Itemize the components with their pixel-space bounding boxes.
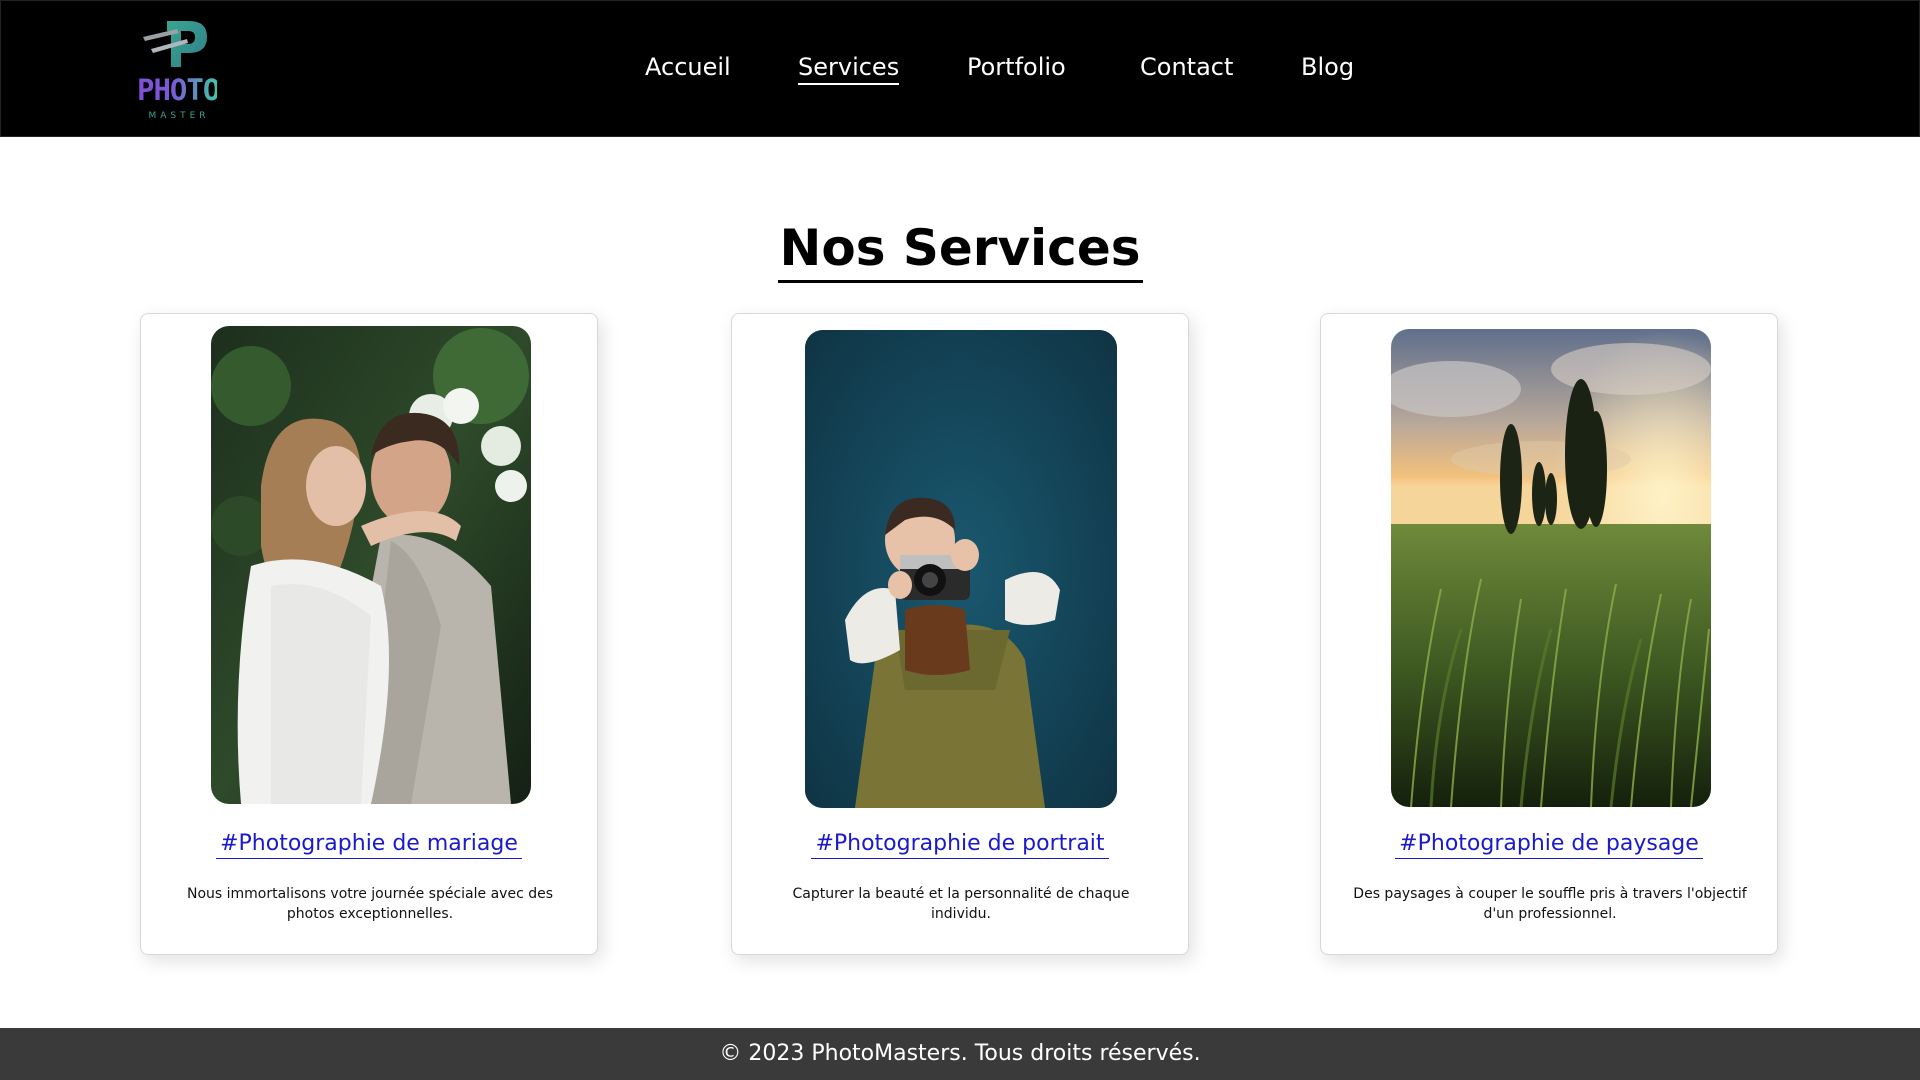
site-footer: © 2023 PhotoMasters. Tous droits réservé… (0, 1028, 1920, 1080)
service-card-portrait: #Photographie de portrait Capturer la be… (731, 313, 1189, 955)
card-title-wrapper: #Photographie de portrait (732, 830, 1188, 859)
wheat-field-sunset-landscape-photo (1391, 329, 1711, 807)
wedding-couple-photo (211, 326, 531, 804)
nav-link-services[interactable]: Services (798, 51, 900, 85)
girl-with-camera-portrait-photo (805, 330, 1117, 808)
nav-link-contact[interactable]: Contact (1140, 51, 1233, 83)
card-description: Des paysages à couper le souffle pris à … (1353, 886, 1747, 922)
page-title: Nos Services (777, 218, 1143, 283)
card-description: Nous immortalisons votre journée spécial… (186, 886, 554, 922)
service-card-paysage: #Photographie de paysage Des paysages à … (1320, 313, 1778, 955)
card-title-wrapper: #Photographie de paysage (1321, 830, 1777, 859)
service-link-paysage[interactable]: #Photographie de paysage (1395, 830, 1703, 859)
card-title-wrapper: #Photographie de mariage (141, 830, 597, 859)
nav-link-accueil[interactable]: Accueil (645, 51, 731, 83)
nav-link-portfolio[interactable]: Portfolio (967, 51, 1066, 83)
nav-link-blog[interactable]: Blog (1301, 51, 1354, 83)
service-card-mariage: #Photographie de mariage Nous immortalis… (140, 313, 598, 955)
service-link-mariage[interactable]: #Photographie de mariage (216, 830, 522, 859)
site-header: PHOTO MASTER Accueil Services Portfolio … (0, 0, 1920, 137)
service-link-portrait[interactable]: #Photographie de portrait (811, 830, 1109, 859)
card-description: Capturer la beauté et la personnalité de… (792, 886, 1130, 922)
main-nav: Accueil Services Portfolio Contact Blog (1, 1, 1920, 138)
copyright-text: © 2023 PhotoMasters. Tous droits réservé… (719, 1041, 1201, 1066)
page-title-wrapper: Nos Services (0, 218, 1920, 283)
